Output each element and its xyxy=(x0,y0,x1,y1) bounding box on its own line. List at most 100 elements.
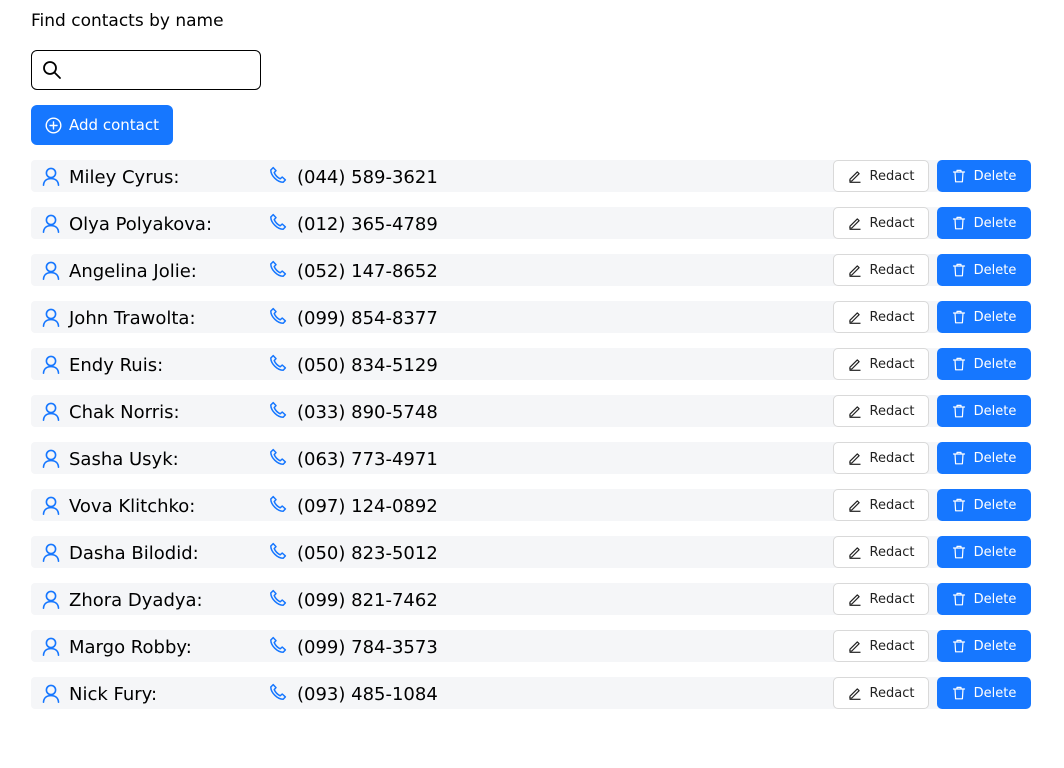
contact-row: Chak Norris: (033) 890-5748 Redact Delet… xyxy=(31,395,1032,442)
redact-label: Redact xyxy=(869,497,915,513)
contact-name: John Trawolta: xyxy=(69,308,196,329)
delete-button[interactable]: Delete xyxy=(937,536,1031,568)
redact-button[interactable]: Redact xyxy=(833,254,929,286)
trash-icon xyxy=(952,592,966,606)
trash-icon xyxy=(952,310,966,324)
redact-label: Redact xyxy=(869,450,915,466)
phone-icon xyxy=(269,307,288,326)
search-input[interactable] xyxy=(68,54,252,86)
page-title: Find contacts by name xyxy=(31,11,224,31)
delete-button[interactable]: Delete xyxy=(937,348,1031,380)
contact-name: Olya Polyakova: xyxy=(69,214,213,235)
delete-button[interactable]: Delete xyxy=(937,160,1031,192)
contact-name: Vova Klitchko: xyxy=(69,496,196,517)
contact-name: Chak Norris: xyxy=(69,402,180,423)
phone-icon xyxy=(269,589,288,608)
edit-icon xyxy=(848,639,862,653)
person-icon xyxy=(42,214,60,233)
contact-phone: (099) 784-3573 xyxy=(297,637,438,658)
delete-button[interactable]: Delete xyxy=(937,442,1031,474)
redact-label: Redact xyxy=(869,262,915,278)
redact-button[interactable]: Redact xyxy=(833,630,929,662)
person-icon xyxy=(42,402,60,421)
edit-icon xyxy=(848,545,862,559)
trash-icon xyxy=(952,545,966,559)
contact-phone: (052) 147-8652 xyxy=(297,261,438,282)
plus-circle-icon xyxy=(45,116,62,134)
contact-list: Miley Cyrus: (044) 589-3621 Redact Delet… xyxy=(31,160,1032,724)
contact-row: Olya Polyakova: (012) 365-4789 Redact De… xyxy=(31,207,1032,254)
delete-button[interactable]: Delete xyxy=(937,583,1031,615)
contact-name: Angelina Jolie: xyxy=(69,261,197,282)
contact-phone: (099) 821-7462 xyxy=(297,590,438,611)
delete-label: Delete xyxy=(973,591,1017,607)
delete-label: Delete xyxy=(973,262,1017,278)
delete-button[interactable]: Delete xyxy=(937,301,1031,333)
contact-name: Endy Ruis: xyxy=(69,355,164,376)
contact-row: Sasha Usyk: (063) 773-4971 Redact Delete xyxy=(31,442,1032,489)
redact-button[interactable]: Redact xyxy=(833,677,929,709)
edit-icon xyxy=(848,498,862,512)
phone-icon xyxy=(269,683,288,702)
add-contact-button[interactable]: Add contact xyxy=(31,105,173,145)
contact-phone: (044) 589-3621 xyxy=(297,167,438,188)
redact-button[interactable]: Redact xyxy=(833,583,929,615)
redact-button[interactable]: Redact xyxy=(833,395,929,427)
delete-button[interactable]: Delete xyxy=(937,677,1031,709)
person-icon xyxy=(42,261,60,280)
redact-label: Redact xyxy=(869,215,915,231)
delete-label: Delete xyxy=(973,638,1017,654)
contact-row: Vova Klitchko: (097) 124-0892 Redact Del… xyxy=(31,489,1032,536)
search-icon xyxy=(42,60,62,80)
redact-label: Redact xyxy=(869,168,915,184)
delete-button[interactable]: Delete xyxy=(937,207,1031,239)
edit-icon xyxy=(848,263,862,277)
redact-button[interactable]: Redact xyxy=(833,489,929,521)
delete-label: Delete xyxy=(973,497,1017,513)
contact-row: Margo Robby: (099) 784-3573 Redact Delet… xyxy=(31,630,1032,677)
contact-phone: (012) 365-4789 xyxy=(297,214,438,235)
contact-row: Zhora Dyadya: (099) 821-7462 Redact Dele… xyxy=(31,583,1032,630)
redact-label: Redact xyxy=(869,591,915,607)
trash-icon xyxy=(952,216,966,230)
person-icon xyxy=(42,543,60,562)
trash-icon xyxy=(952,639,966,653)
search-box[interactable] xyxy=(31,50,261,90)
edit-icon xyxy=(848,169,862,183)
redact-button[interactable]: Redact xyxy=(833,301,929,333)
delete-label: Delete xyxy=(973,450,1017,466)
delete-button[interactable]: Delete xyxy=(937,489,1031,521)
redact-button[interactable]: Redact xyxy=(833,160,929,192)
trash-icon xyxy=(952,451,966,465)
phone-icon xyxy=(269,166,288,185)
phone-icon xyxy=(269,636,288,655)
redact-button[interactable]: Redact xyxy=(833,536,929,568)
person-icon xyxy=(42,496,60,515)
contact-phone: (050) 834-5129 xyxy=(297,355,438,376)
contact-row: Angelina Jolie: (052) 147-8652 Redact De… xyxy=(31,254,1032,301)
redact-button[interactable]: Redact xyxy=(833,207,929,239)
contact-row: Nick Fury: (093) 485-1084 Redact Delete xyxy=(31,677,1032,724)
phone-icon xyxy=(269,401,288,420)
trash-icon xyxy=(952,263,966,277)
contact-name: Dasha Bilodid: xyxy=(69,543,199,564)
contact-name: Miley Cyrus: xyxy=(69,167,180,188)
redact-label: Redact xyxy=(869,544,915,560)
contact-name: Zhora Dyadya: xyxy=(69,590,203,611)
phone-icon xyxy=(269,213,288,232)
contact-phone: (033) 890-5748 xyxy=(297,402,438,423)
edit-icon xyxy=(848,404,862,418)
phone-icon xyxy=(269,495,288,514)
delete-button[interactable]: Delete xyxy=(937,395,1031,427)
edit-icon xyxy=(848,310,862,324)
person-icon xyxy=(42,449,60,468)
delete-button[interactable]: Delete xyxy=(937,254,1031,286)
trash-icon xyxy=(952,357,966,371)
redact-button[interactable]: Redact xyxy=(833,348,929,380)
redact-button[interactable]: Redact xyxy=(833,442,929,474)
person-icon xyxy=(42,355,60,374)
delete-button[interactable]: Delete xyxy=(937,630,1031,662)
delete-label: Delete xyxy=(973,215,1017,231)
contacts-page: Find contacts by name Add contact Miley … xyxy=(0,0,1031,724)
contact-phone: (093) 485-1084 xyxy=(297,684,438,705)
